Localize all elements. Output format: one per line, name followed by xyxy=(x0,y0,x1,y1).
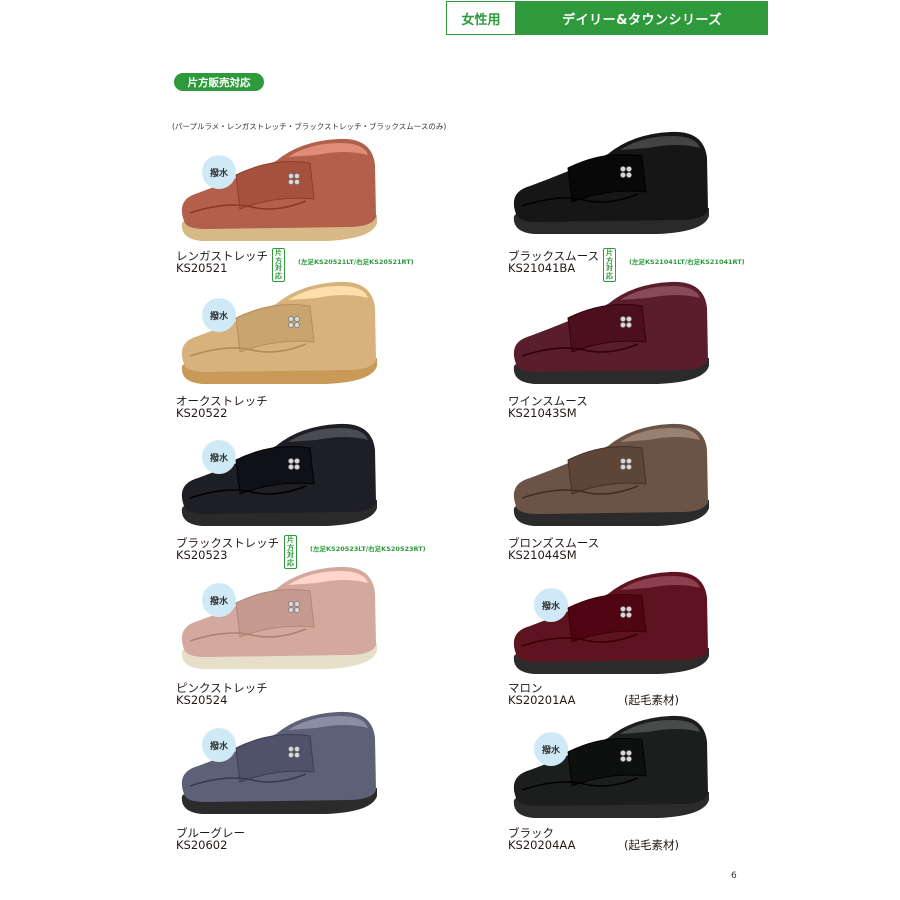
product-code: KS20602 xyxy=(176,838,228,852)
product-caption: レンガストレッチ KS20521 片方 対応 (左足KS20521LT/右足KS2052… xyxy=(176,248,414,282)
product-caption: オークストレッチ KS20522 xyxy=(176,395,268,419)
page-number: 6 xyxy=(731,871,737,881)
category-label: 女性用 xyxy=(446,1,516,35)
shoe-image xyxy=(513,131,709,234)
product-item: 撥水 マロン KS20201AA (起毛素材) xyxy=(508,568,808,708)
product-code: KS20201AA xyxy=(508,693,576,707)
water-repellent-badge: 撥水 xyxy=(534,732,568,766)
shoe-image xyxy=(513,423,709,526)
header-bar: 女性用 デイリー&タウンシリーズ xyxy=(446,1,768,35)
product-item: 撥水ピンクストレッチ KS20524 xyxy=(176,563,476,706)
product-caption: ピンクストレッチ KS20524 xyxy=(176,682,268,706)
water-repellent-badge: 撥水 xyxy=(202,155,236,189)
water-repellent-badge: 撥水 xyxy=(202,298,236,332)
product-caption: ワインスムース KS21043SM xyxy=(508,395,588,419)
series-title: デイリー&タウンシリーズ xyxy=(562,12,722,28)
shoe-image xyxy=(513,281,709,384)
water-repellent-badge: 撥水 xyxy=(202,583,236,617)
product-item: 撥水ブラックストレッチ KS20523 片方 対応 (左足KS20523LT/右足KS2… xyxy=(176,420,476,569)
shoe-image xyxy=(181,566,377,669)
product-caption: ブロンズスムース KS21044SM xyxy=(508,537,599,561)
product-caption: ブラック KS20204AA (起毛素材) xyxy=(508,827,679,852)
product-caption: ブラックスムース KS21041BA 片方 対応 (左足KS21041LT/右足KS21… xyxy=(508,248,745,282)
product-item: 撥水ブルーグレー KS20602 xyxy=(176,708,476,851)
shoe-image xyxy=(181,711,377,814)
product-code: KS20524 xyxy=(176,693,228,707)
product-code: KS21044SM xyxy=(508,548,577,562)
single-side-note: (パープルラメ・レンガストレッチ・ブラックストレッチ・ブラックスムースのみ) xyxy=(172,122,447,131)
left-right-code-note: (左足KS20521LT/右足KS20521RT) xyxy=(298,258,414,266)
material-note: (起毛素材) xyxy=(624,693,679,707)
product-code: KS20204AA xyxy=(508,838,576,852)
product-item: ブラックスムース KS21041BA 片方 対応 (左足KS21041LT/右足KS21… xyxy=(508,128,808,282)
product-item: ブロンズスムース KS21044SM xyxy=(508,420,808,561)
product-code: KS20522 xyxy=(176,406,228,420)
shoe-image xyxy=(181,281,377,384)
material-note: (起毛素材) xyxy=(624,838,679,852)
shoe-image xyxy=(181,423,377,526)
water-repellent-badge: 撥水 xyxy=(202,440,236,474)
single-side-tag: 片方 対応 xyxy=(272,248,285,282)
product-caption: ブルーグレー KS20602 xyxy=(176,827,245,851)
product-item: ワインスムース KS21043SM xyxy=(508,278,808,419)
product-caption: マロン KS20201AA (起毛素材) xyxy=(508,682,679,707)
product-caption: ブラックストレッチ KS20523 片方 対応 (左足KS20523LT/右足KS205… xyxy=(176,535,426,569)
product-code: KS21041BA xyxy=(508,261,576,275)
single-side-sale-badge: 片方販売対応 xyxy=(174,73,264,91)
product-code: KS20521 xyxy=(176,261,228,275)
shoe-image xyxy=(181,138,377,241)
product-item: 撥水オークストレッチ KS20522 xyxy=(176,278,476,419)
product-item: 撥水 ブラック KS20204AA (起毛素材) xyxy=(508,712,808,852)
product-code: KS20523 xyxy=(176,548,228,562)
water-repellent-badge: 撥水 xyxy=(202,728,236,762)
water-repellent-badge: 撥水 xyxy=(534,588,568,622)
product-item: 撥水 レンガストレッチ KS20521 片方 対応 (左足KS20521LT/右足KS20… xyxy=(176,135,476,282)
left-right-code-note: (左足KS21041LT/右足KS21041RT) xyxy=(629,258,745,266)
shoe-image xyxy=(513,715,709,818)
single-side-tag: 片方 対応 xyxy=(603,248,616,282)
shoe-image xyxy=(513,571,709,674)
product-code: KS21043SM xyxy=(508,406,577,420)
left-right-code-note: (左足KS20523LT/右足KS20523RT) xyxy=(310,545,426,553)
